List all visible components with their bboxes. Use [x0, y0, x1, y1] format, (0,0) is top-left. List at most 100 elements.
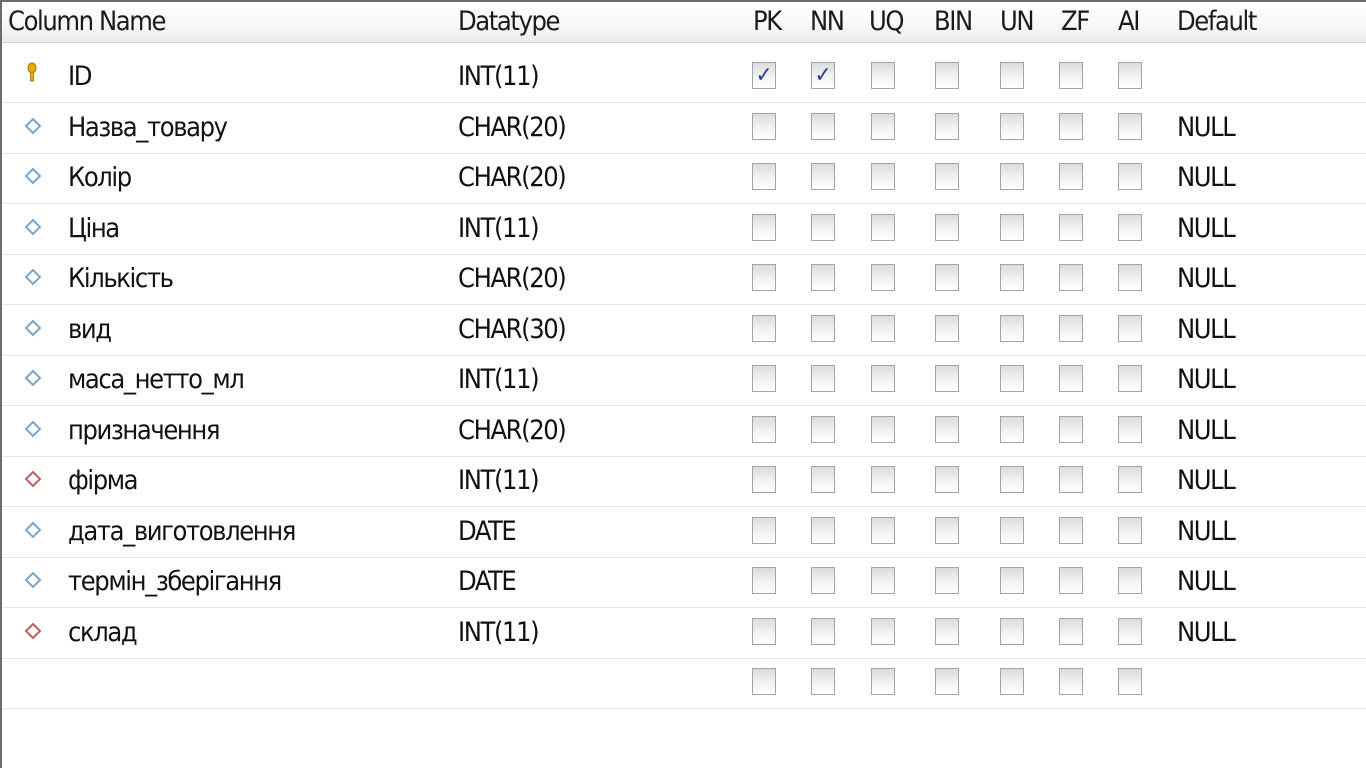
un-checkbox[interactable] — [1000, 516, 1024, 544]
default-cell[interactable]: NULL — [1177, 305, 1236, 355]
un-checkbox[interactable] — [1000, 213, 1024, 241]
header-zf[interactable]: ZF — [1061, 2, 1090, 42]
zf-checkbox[interactable] — [1059, 314, 1083, 342]
column-row[interactable]: Ціна INT(11) NULL — [2, 204, 1366, 255]
pk-checkbox[interactable] — [752, 617, 776, 645]
nn-checkbox[interactable] — [811, 314, 835, 342]
nn-checkbox[interactable] — [811, 668, 835, 695]
uq-checkbox[interactable] — [871, 567, 895, 594]
un-checkbox[interactable] — [1000, 617, 1024, 645]
ai-checkbox[interactable] — [1118, 567, 1142, 594]
zf-checkbox[interactable] — [1059, 668, 1083, 695]
default-cell[interactable]: NULL — [1177, 103, 1236, 153]
zf-checkbox[interactable] — [1059, 567, 1083, 594]
ai-checkbox[interactable] — [1118, 466, 1142, 493]
default-cell[interactable]: NULL — [1177, 507, 1236, 557]
pk-checkbox[interactable] — [752, 668, 776, 695]
column-name-cell[interactable]: вид — [68, 305, 112, 355]
ai-checkbox[interactable] — [1118, 213, 1142, 241]
ai-checkbox[interactable] — [1118, 62, 1142, 89]
pk-checkbox[interactable] — [752, 112, 776, 140]
ai-checkbox[interactable] — [1118, 617, 1142, 645]
nn-checkbox[interactable] — [811, 213, 835, 241]
pk-checkbox[interactable] — [752, 415, 776, 443]
header-un[interactable]: UN — [1000, 2, 1035, 42]
default-cell[interactable]: NULL — [1177, 456, 1236, 506]
nn-checkbox[interactable]: ✓ — [811, 62, 835, 89]
datatype-cell[interactable]: CHAR(20) — [458, 406, 567, 456]
default-cell[interactable]: NULL — [1177, 557, 1236, 607]
datatype-cell[interactable]: INT(11) — [458, 52, 540, 102]
un-checkbox[interactable] — [1000, 466, 1024, 493]
default-cell[interactable]: NULL — [1177, 355, 1236, 405]
nn-checkbox[interactable] — [811, 516, 835, 544]
header-default[interactable]: Default — [1177, 2, 1257, 42]
column-name-cell[interactable]: склад — [68, 608, 138, 658]
pk-checkbox[interactable]: ✓ — [752, 62, 776, 89]
uq-checkbox[interactable] — [871, 264, 895, 291]
un-checkbox[interactable] — [1000, 62, 1024, 89]
uq-checkbox[interactable] — [871, 365, 895, 392]
datatype-cell[interactable]: CHAR(20) — [458, 103, 567, 153]
column-name-cell[interactable]: маса_нетто_мл — [68, 355, 245, 405]
datatype-cell[interactable]: CHAR(20) — [458, 254, 567, 304]
default-cell[interactable]: NULL — [1177, 153, 1236, 203]
zf-checkbox[interactable] — [1059, 213, 1083, 241]
pk-checkbox[interactable] — [752, 213, 776, 241]
column-name-cell[interactable]: Назва_товару — [68, 103, 228, 153]
uq-checkbox[interactable] — [871, 516, 895, 544]
default-cell[interactable]: NULL — [1177, 608, 1236, 658]
uq-checkbox[interactable] — [871, 163, 895, 190]
ai-checkbox[interactable] — [1118, 112, 1142, 140]
nn-checkbox[interactable] — [811, 365, 835, 392]
datatype-cell[interactable]: INT(11) — [458, 608, 540, 658]
nn-checkbox[interactable] — [811, 415, 835, 443]
default-cell[interactable]: NULL — [1177, 204, 1236, 254]
zf-checkbox[interactable] — [1059, 264, 1083, 291]
ai-checkbox[interactable] — [1118, 415, 1142, 443]
un-checkbox[interactable] — [1000, 264, 1024, 291]
ai-checkbox[interactable] — [1118, 314, 1142, 342]
pk-checkbox[interactable] — [752, 466, 776, 493]
bin-checkbox[interactable] — [935, 668, 959, 695]
bin-checkbox[interactable] — [935, 415, 959, 443]
datatype-cell[interactable]: INT(11) — [458, 456, 540, 506]
nn-checkbox[interactable] — [811, 112, 835, 140]
uq-checkbox[interactable] — [871, 213, 895, 241]
header-ai[interactable]: AI — [1118, 2, 1140, 42]
un-checkbox[interactable] — [1000, 365, 1024, 392]
column-name-cell[interactable]: дата_виготовлення — [68, 507, 296, 557]
column-row[interactable]: призначення CHAR(20) NULL — [2, 406, 1366, 457]
datatype-cell[interactable]: DATE — [458, 507, 517, 557]
ai-checkbox[interactable] — [1118, 668, 1142, 695]
column-row[interactable]: маса_нетто_мл INT(11) NULL — [2, 355, 1366, 406]
column-name-cell[interactable]: Ціна — [68, 204, 120, 254]
uq-checkbox[interactable] — [871, 617, 895, 645]
column-row[interactable]: термін_зберігання DATE NULL — [2, 557, 1366, 608]
column-row[interactable]: Колір CHAR(20) NULL — [2, 153, 1366, 204]
uq-checkbox[interactable] — [871, 314, 895, 342]
datatype-cell[interactable]: INT(11) — [458, 355, 540, 405]
un-checkbox[interactable] — [1000, 668, 1024, 695]
pk-checkbox[interactable] — [752, 516, 776, 544]
header-pk[interactable]: PK — [753, 2, 782, 42]
uq-checkbox[interactable] — [871, 62, 895, 89]
column-row[interactable]: Назва_товару CHAR(20) NULL — [2, 103, 1366, 154]
header-uq[interactable]: UQ — [869, 2, 905, 42]
un-checkbox[interactable] — [1000, 163, 1024, 190]
zf-checkbox[interactable] — [1059, 617, 1083, 645]
bin-checkbox[interactable] — [935, 617, 959, 645]
pk-checkbox[interactable] — [752, 314, 776, 342]
column-name-cell[interactable]: ID — [68, 52, 92, 102]
datatype-cell[interactable]: DATE — [458, 557, 517, 607]
bin-checkbox[interactable] — [935, 62, 959, 89]
header-bin[interactable]: BIN — [934, 2, 973, 42]
bin-checkbox[interactable] — [935, 112, 959, 140]
zf-checkbox[interactable] — [1059, 62, 1083, 89]
nn-checkbox[interactable] — [811, 567, 835, 594]
ai-checkbox[interactable] — [1118, 163, 1142, 190]
zf-checkbox[interactable] — [1059, 112, 1083, 140]
zf-checkbox[interactable] — [1059, 516, 1083, 544]
column-row[interactable]: вид CHAR(30) NULL — [2, 305, 1366, 356]
un-checkbox[interactable] — [1000, 567, 1024, 594]
